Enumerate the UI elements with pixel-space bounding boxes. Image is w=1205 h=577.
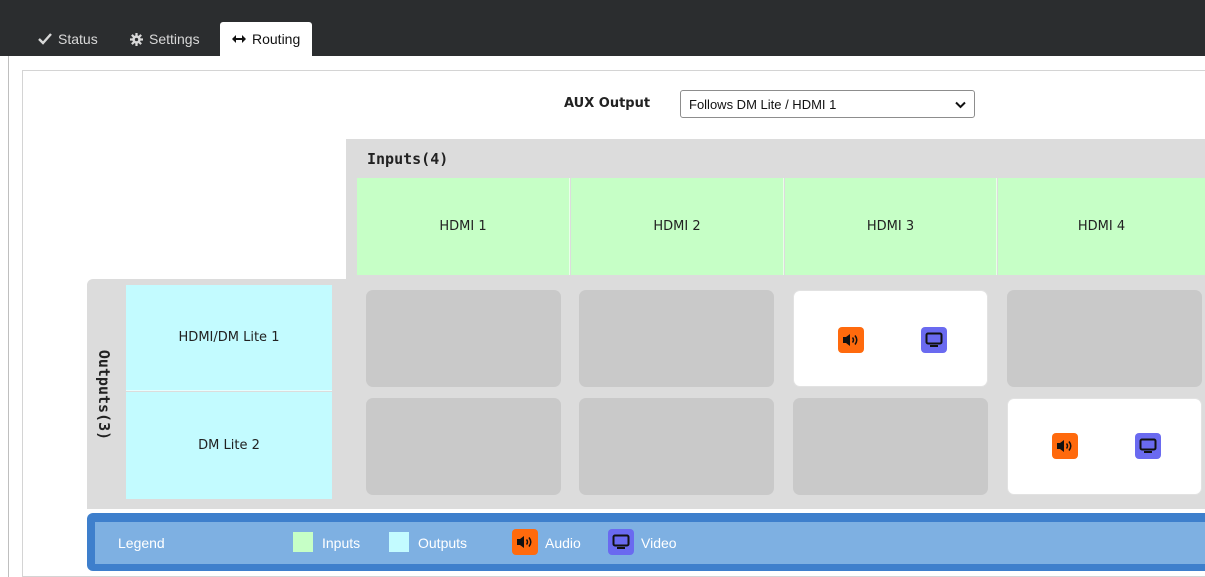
speaker-icon[interactable] [1052,433,1078,459]
arrows-left-right-icon [232,34,246,44]
legend-outputs-swatch [389,532,409,552]
checkmark-icon [38,33,52,45]
crosspoint-out2-in1[interactable] [366,398,561,495]
output-hdmi-dm-lite-1[interactable]: HDMI/DM Lite 1 [126,285,332,391]
tab-routing-label: Routing [252,31,301,47]
input-hdmi-1[interactable]: HDMI 1 [357,178,570,275]
legend-inputs-label: Inputs [322,535,361,551]
speaker-icon [512,529,538,555]
crosspoint-out2-in3[interactable] [793,398,988,495]
legend-video-label: Video [641,535,677,551]
legend-inputs-swatch [293,532,313,552]
tab-routing[interactable]: Routing [220,22,313,56]
tab-settings-label: Settings [149,31,200,47]
legend-outputs-label: Outputs [418,535,468,551]
legend-audio-label: Audio [545,535,581,551]
outputs-title: Outputs(3) [95,349,113,441]
aux-output-label: AUX Output [564,96,651,111]
tab-settings[interactable]: Settings [130,22,200,56]
monitor-icon [608,529,634,555]
monitor-icon[interactable] [1135,433,1161,459]
speaker-icon[interactable] [838,327,864,353]
input-hdmi-2[interactable]: HDMI 2 [571,178,784,275]
aux-output-value: Follows DM Lite / HDMI 1 [689,96,837,112]
crosspoint-out1-in2[interactable] [579,290,774,387]
crosspoint-out1-in1[interactable] [366,290,561,387]
tab-status[interactable]: Status [38,22,98,56]
output-dm-lite-2[interactable]: DM Lite 2 [126,392,332,499]
aux-output-select[interactable]: Follows DM Lite / HDMI 1 [680,90,975,118]
gear-icon [130,32,143,46]
crosspoint-out2-in4[interactable] [1007,398,1202,495]
inputs-title: Inputs(4) [367,150,449,168]
crosspoint-out2-in2[interactable] [579,398,774,495]
input-hdmi-4[interactable]: HDMI 4 [998,178,1205,275]
crosspoint-out1-in4[interactable] [1007,290,1202,387]
crosspoint-out1-in3[interactable] [793,290,988,387]
tab-status-label: Status [58,31,98,47]
monitor-icon[interactable] [921,327,947,353]
chevron-down-icon [955,97,966,112]
legend-title: Legend [118,535,165,551]
input-hdmi-3[interactable]: HDMI 3 [785,178,997,275]
